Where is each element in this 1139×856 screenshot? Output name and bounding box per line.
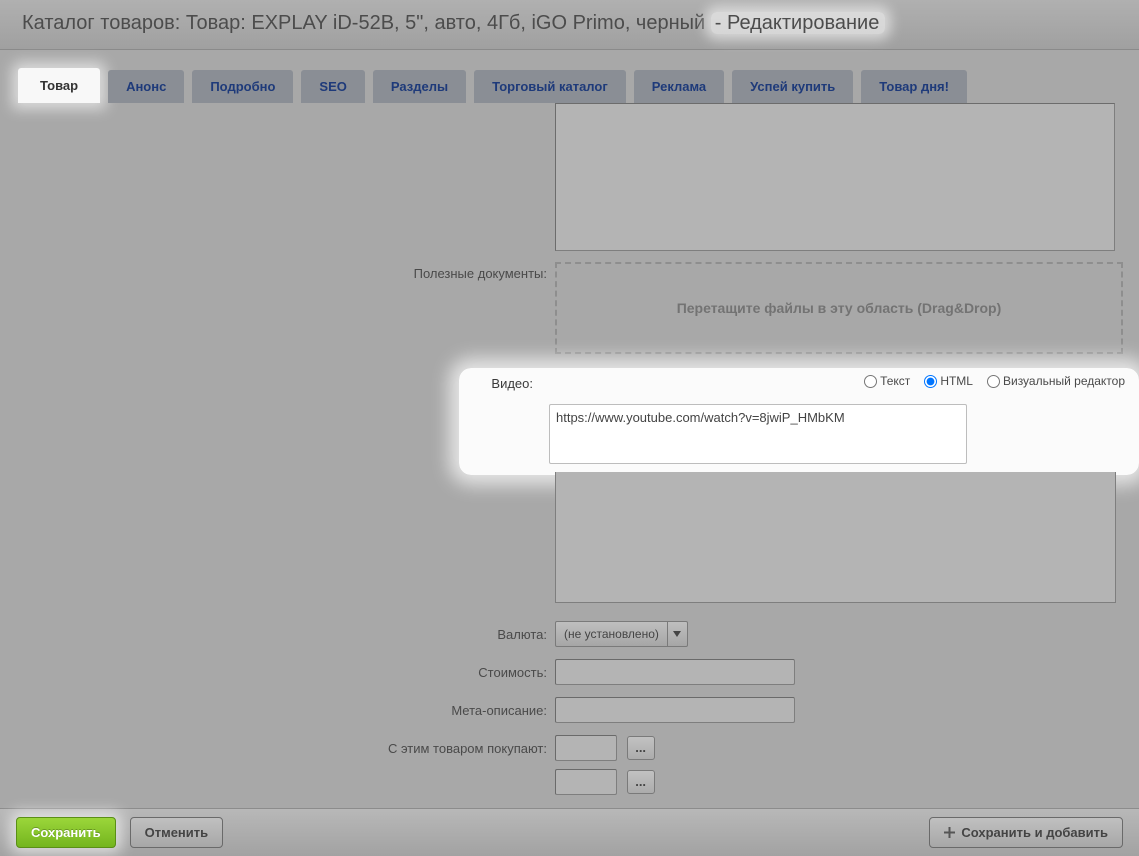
related-input-1[interactable] (555, 735, 617, 761)
video-textarea[interactable] (549, 404, 967, 464)
page-header: Каталог товаров: Товар: EXPLAY iD-52B, 5… (0, 0, 1139, 50)
tab-day[interactable]: Товар дня! (861, 70, 967, 103)
page-title: Каталог товаров: Товар: EXPLAY iD-52B, 5… (22, 12, 1119, 35)
currency-label: Валюта: (0, 621, 555, 642)
tab-anons[interactable]: Анонс (108, 70, 184, 103)
tab-bar: Товар Анонс Подробно SEO Разделы Торговы… (0, 50, 1139, 103)
title-prefix: Каталог товаров: Товар: EXPLAY iD-52B, 5… (22, 12, 705, 34)
title-suffix: - Редактирование (711, 12, 886, 34)
video-label: Видео: (457, 376, 541, 391)
save-and-add-button[interactable]: Сохранить и добавить (929, 817, 1123, 848)
save-button[interactable]: Сохранить (16, 817, 116, 848)
related-input-2[interactable] (555, 769, 617, 795)
related-label: С этим товаром покупают: (0, 735, 555, 756)
tab-sections[interactable]: Разделы (373, 70, 466, 103)
tab-seo[interactable]: SEO (301, 70, 364, 103)
tab-buy[interactable]: Успей купить (732, 70, 853, 103)
cancel-button[interactable]: Отменить (130, 817, 224, 848)
video-mode-text[interactable]: Текст (864, 374, 910, 388)
video-section: Видео: Текст HTML Визуальный редактор (459, 368, 1139, 475)
currency-value: (не установлено) (556, 627, 667, 641)
video-lower-area[interactable] (555, 472, 1116, 603)
form-area: Полезные документы: Перетащите файлы в э… (0, 103, 1139, 795)
video-mode-html[interactable]: HTML (924, 374, 973, 388)
meta-label: Мета-описание: (0, 697, 555, 718)
price-label: Стоимость: (0, 659, 555, 680)
chevron-down-icon (667, 622, 687, 646)
price-input[interactable] (555, 659, 795, 685)
tab-catalog[interactable]: Торговый каталог (474, 70, 626, 103)
tab-detail[interactable]: Подробно (192, 70, 293, 103)
docs-dropzone[interactable]: Перетащите файлы в эту область (Drag&Dro… (555, 262, 1123, 354)
video-radio-html[interactable] (924, 375, 937, 388)
video-mode-visual[interactable]: Визуальный редактор (987, 374, 1125, 388)
upper-textarea[interactable] (555, 103, 1115, 251)
footer-bar: Сохранить Отменить Сохранить и добавить (0, 808, 1139, 856)
video-mode-radios: Текст HTML Визуальный редактор (864, 374, 1125, 388)
plus-icon (944, 827, 955, 838)
related-browse-1[interactable]: ... (627, 736, 655, 760)
tab-product[interactable]: Товар (18, 68, 100, 103)
currency-select[interactable]: (не установлено) (555, 621, 688, 647)
video-radio-visual[interactable] (987, 375, 1000, 388)
video-radio-text[interactable] (864, 375, 877, 388)
dropzone-text: Перетащите файлы в эту область (Drag&Dro… (677, 300, 1002, 316)
related-browse-2[interactable]: ... (627, 770, 655, 794)
meta-input[interactable] (555, 697, 795, 723)
docs-label: Полезные документы: (0, 260, 555, 281)
tab-ads[interactable]: Реклама (634, 70, 724, 103)
